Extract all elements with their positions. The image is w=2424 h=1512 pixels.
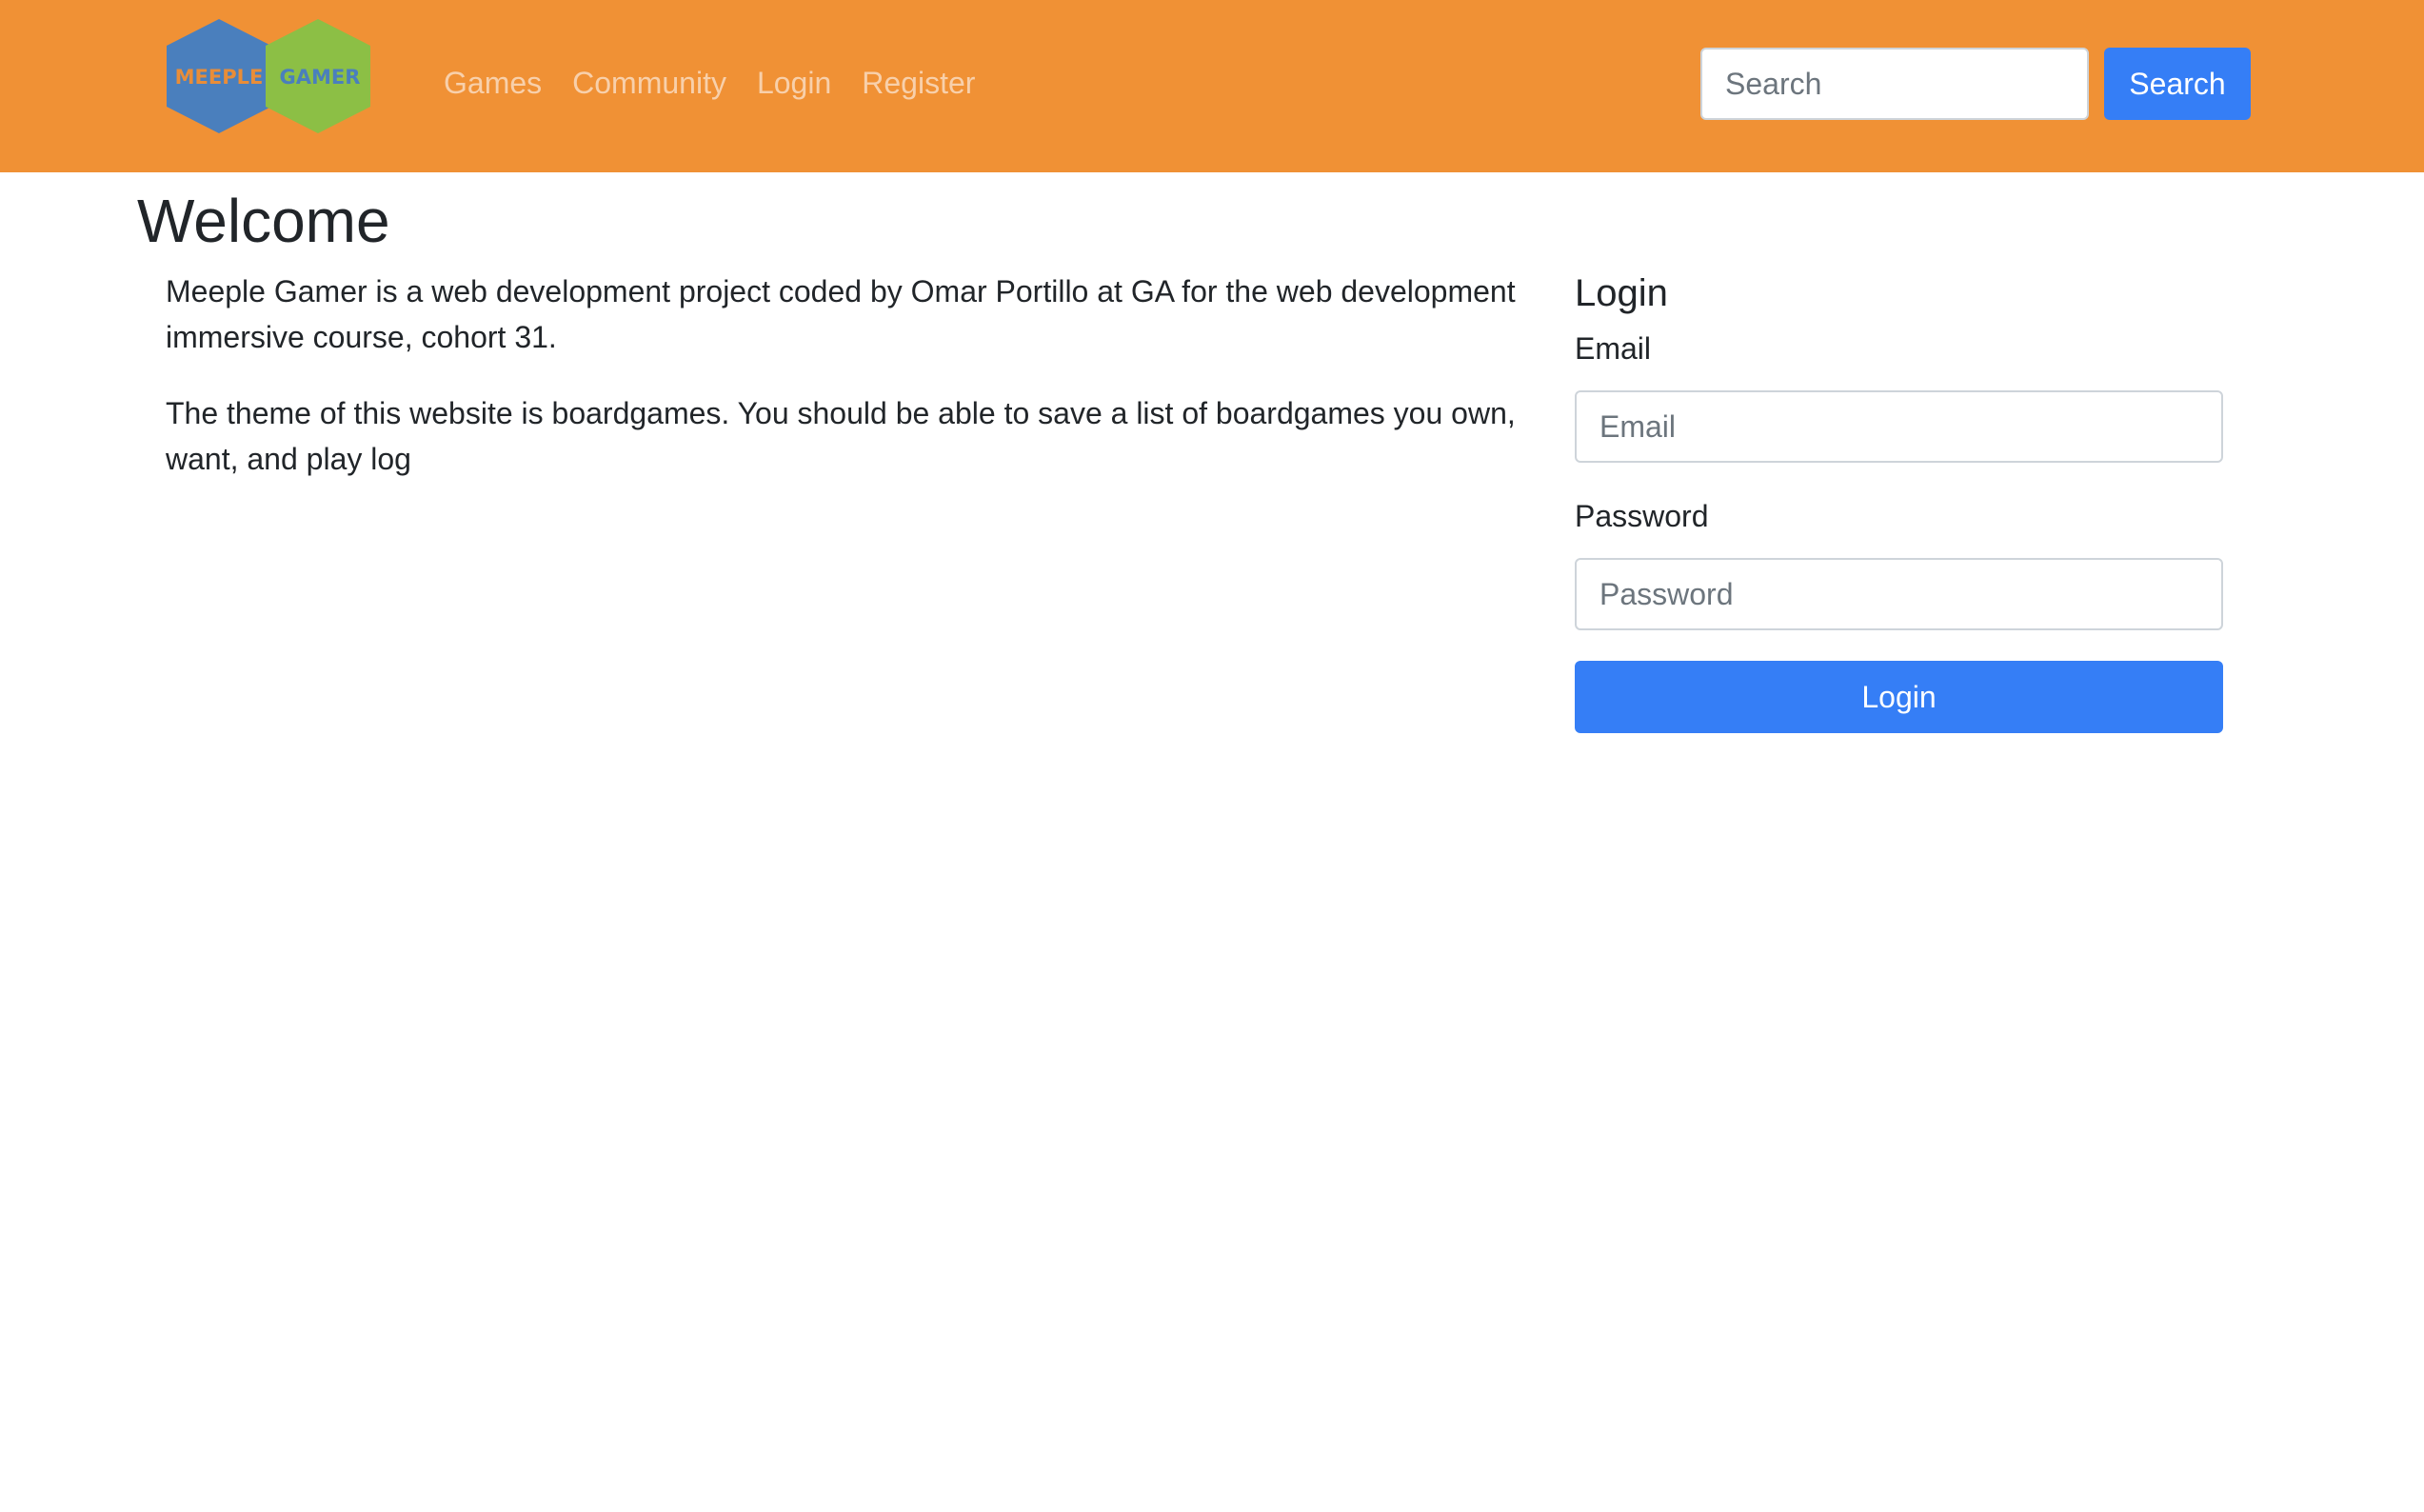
password-label: Password <box>1575 499 1709 533</box>
search-button[interactable]: Search <box>2104 48 2251 120</box>
meeple-gamer-logo[interactable]: MEEPLE GAMER <box>164 15 373 137</box>
page-title: Welcome <box>137 187 390 255</box>
nav-link-community[interactable]: Community <box>572 59 726 107</box>
login-form: Login Email Password Login <box>1575 269 2223 733</box>
main-nav: Games Community Login Register <box>444 59 975 107</box>
email-field[interactable] <box>1575 390 2223 463</box>
top-navbar: MEEPLE GAMER Games Community Login Regis… <box>0 0 2424 172</box>
login-heading: Login <box>1575 272 1668 314</box>
nav-link-games[interactable]: Games <box>444 59 542 107</box>
intro-text: Meeple Gamer is a web development projec… <box>166 269 1537 512</box>
login-submit-button[interactable]: Login <box>1575 661 2223 733</box>
nav-link-login[interactable]: Login <box>757 59 831 107</box>
hexagon-logo-icon: MEEPLE GAMER <box>167 19 370 133</box>
password-field[interactable] <box>1575 558 2223 630</box>
intro-paragraph: Meeple Gamer is a web development projec… <box>166 274 1516 354</box>
logo-gamer-text: GAMER <box>280 66 361 89</box>
email-label: Email <box>1575 331 1652 366</box>
intro-paragraph: The theme of this website is boardgames.… <box>166 396 1516 476</box>
nav-link-register[interactable]: Register <box>862 59 975 107</box>
logo-meeple-text: MEEPLE <box>175 66 264 89</box>
search-input[interactable] <box>1700 48 2089 120</box>
